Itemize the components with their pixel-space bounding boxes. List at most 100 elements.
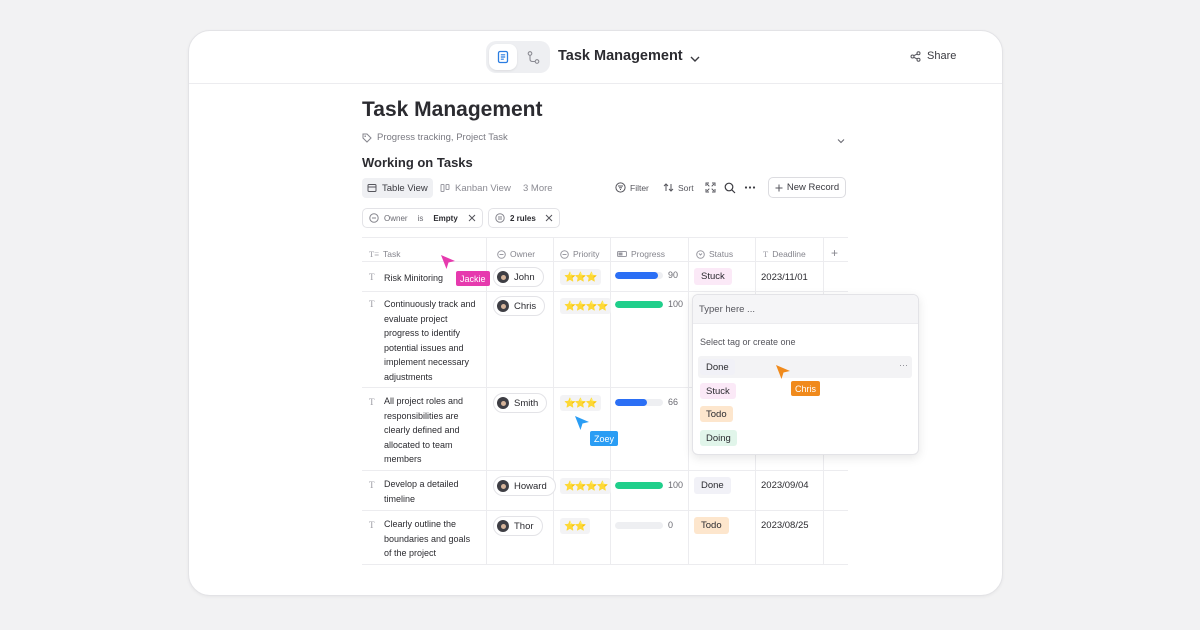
person-field-icon <box>497 249 506 259</box>
owner-chip[interactable]: John <box>493 267 544 287</box>
status-dropdown: Typer here ... Select tag or create one … <box>692 294 919 455</box>
title-dropdown-button[interactable] <box>689 51 701 69</box>
text-field-icon: T <box>763 249 769 259</box>
avatar <box>497 520 509 532</box>
doc-tags[interactable]: Progress tracking, Project Task <box>362 132 508 143</box>
share-label: Share <box>927 50 957 62</box>
cursor-pointer-icon <box>575 416 589 430</box>
progress-value: 66 <box>668 397 679 407</box>
cursor-pointer-icon <box>776 365 790 379</box>
column-header-status[interactable]: Status <box>696 249 733 259</box>
rating-field-icon <box>560 249 569 259</box>
task-cell[interactable]: All project roles and responsibilities a… <box>384 394 480 467</box>
progress-bar <box>615 301 663 308</box>
owner-field-icon <box>369 213 379 223</box>
new-record-button[interactable]: New Record <box>768 177 846 198</box>
filter-button[interactable]: Filter <box>615 182 649 193</box>
progress-value: 0 <box>668 520 674 530</box>
priority-stars[interactable]: ⭐⭐⭐⭐ <box>560 478 612 494</box>
task-cell[interactable]: Clearly outline the boundaries and goals… <box>384 517 480 561</box>
tab-more-views[interactable]: 3 More <box>518 178 558 198</box>
share-button[interactable]: Share <box>910 50 956 62</box>
avatar <box>497 271 509 283</box>
plus-icon: + <box>831 246 839 260</box>
tab-table-label: Table View <box>382 182 428 194</box>
workflow-mode-button[interactable] <box>519 44 547 70</box>
priority-stars[interactable]: ⭐⭐⭐ <box>560 269 601 285</box>
progress-bar <box>615 399 663 406</box>
progress-value: 90 <box>668 270 679 280</box>
text-type-icon: T <box>369 480 375 490</box>
text-type-icon: T <box>369 299 375 309</box>
owner-chip[interactable]: Howard <box>493 476 556 496</box>
task-cell[interactable]: Continuously track and evaluate project … <box>384 297 480 384</box>
status-tag[interactable]: Todo <box>694 517 729 534</box>
deadline-cell[interactable]: 2023/08/25 <box>761 520 809 531</box>
sort-button[interactable]: Sort <box>663 182 694 193</box>
deadline-cell[interactable]: 2023/09/04 <box>761 480 809 491</box>
progress-value: 100 <box>668 299 684 309</box>
tab-table-view[interactable]: Table View <box>362 178 433 198</box>
workflow-icon <box>527 50 539 64</box>
status-option-label: Doing <box>700 430 737 446</box>
status-option-label: Todo <box>700 406 733 422</box>
owner-filter-chip[interactable]: Owner is Empty <box>362 208 483 228</box>
chevron-down-icon <box>690 56 700 62</box>
close-icon[interactable] <box>468 214 476 222</box>
progress-fill <box>615 272 659 279</box>
owner-chip[interactable]: Thor <box>493 516 543 536</box>
priority-stars[interactable]: ⭐⭐⭐ <box>560 395 601 411</box>
owner-chip[interactable]: Chris <box>493 296 546 316</box>
status-option-label: Stuck <box>700 383 736 399</box>
status-option-todo[interactable]: Todo <box>698 403 912 425</box>
tab-more-label: 3 More <box>523 182 553 194</box>
table-icon <box>367 184 377 192</box>
window-title: Task Management <box>558 48 683 64</box>
column-header-progress[interactable]: Progress <box>617 249 665 259</box>
column-header-deadline[interactable]: T Deadline <box>763 249 806 259</box>
priority-stars[interactable]: ⭐⭐⭐⭐ <box>560 298 612 314</box>
progress-fill <box>615 399 647 406</box>
plus-icon <box>775 184 783 191</box>
task-cell[interactable]: Develop a detailed timeline <box>384 477 480 506</box>
sort-icon <box>663 183 674 192</box>
column-header-task[interactable]: T≡ Task <box>369 249 400 259</box>
progress-fill <box>615 301 663 308</box>
fullscreen-button[interactable] <box>705 182 716 193</box>
progress-bar <box>615 522 663 529</box>
search-icon <box>724 182 736 194</box>
status-option-done[interactable]: Done ··· <box>698 356 912 378</box>
tags-expand-button[interactable] <box>836 132 846 150</box>
column-header-owner[interactable]: Owner <box>497 249 535 259</box>
status-tag[interactable]: Stuck <box>694 268 732 285</box>
rules-filter-chip[interactable]: 2 rules <box>488 208 560 228</box>
section-title: Working on Tasks <box>362 155 473 170</box>
priority-stars[interactable]: ⭐⭐ <box>560 518 590 534</box>
filter-operator: is <box>417 213 424 223</box>
close-icon[interactable] <box>545 214 553 222</box>
status-option-doing[interactable]: Doing <box>698 427 912 449</box>
expand-icon <box>705 182 716 193</box>
column-header-priority[interactable]: Priority <box>560 249 599 259</box>
share-icon <box>910 50 921 62</box>
status-field-icon <box>696 249 705 259</box>
status-option-label: Done <box>700 359 735 375</box>
search-button[interactable] <box>724 182 736 194</box>
page-title: Task Management <box>362 98 543 121</box>
filter-label: Filter <box>630 182 649 193</box>
filter-icon <box>615 182 626 193</box>
owner-chip[interactable]: Smith <box>493 393 548 413</box>
tag-search-input[interactable]: Typer here ... <box>693 295 918 324</box>
chevron-down-icon <box>837 139 845 144</box>
collaborator-label-jackie: Jackie <box>456 271 490 286</box>
text-field-icon: T≡ <box>369 249 379 259</box>
status-tag[interactable]: Done <box>694 477 731 494</box>
deadline-cell[interactable]: 2023/11/01 <box>761 272 808 283</box>
document-mode-button[interactable] <box>489 44 517 70</box>
more-options-button[interactable] <box>744 182 756 193</box>
progress-bar <box>615 482 663 489</box>
add-column-button[interactable]: + <box>831 246 838 260</box>
more-horizontal-icon[interactable]: ··· <box>899 360 908 370</box>
tab-kanban-view[interactable]: Kanban View <box>435 178 516 198</box>
progress-field-icon <box>617 251 627 257</box>
